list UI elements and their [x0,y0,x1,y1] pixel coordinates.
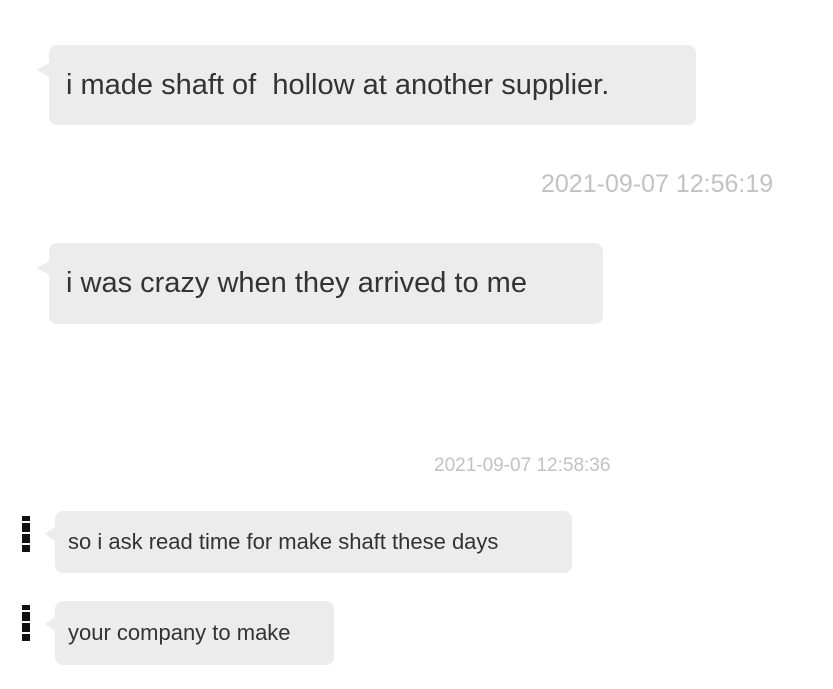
message-text: i was crazy when they arrived to me [66,267,527,299]
bubble-tail [37,261,49,275]
sender-avatar[interactable] [22,605,30,641]
message-timestamp: 2021-09-07 12:56:19 [541,170,774,198]
message-text: so i ask read time for make shaft these … [68,529,499,554]
sender-avatar[interactable] [22,516,30,552]
message-bubble: i was crazy when they arrived to me [37,243,603,324]
message-bubble: i made shaft of hollow at another suppli… [37,45,696,125]
message-text: i made shaft of hollow at another suppli… [66,69,610,101]
message-text: your company to make [68,620,291,645]
bubble-tail [37,63,49,77]
message-bubble: your company to make [45,601,334,665]
message-timestamp: 2021-09-07 12:58:36 [434,455,611,476]
message-bubble: so i ask read time for make shaft these … [45,511,572,573]
bubble-tail [45,617,55,631]
bubble-tail [45,527,55,541]
